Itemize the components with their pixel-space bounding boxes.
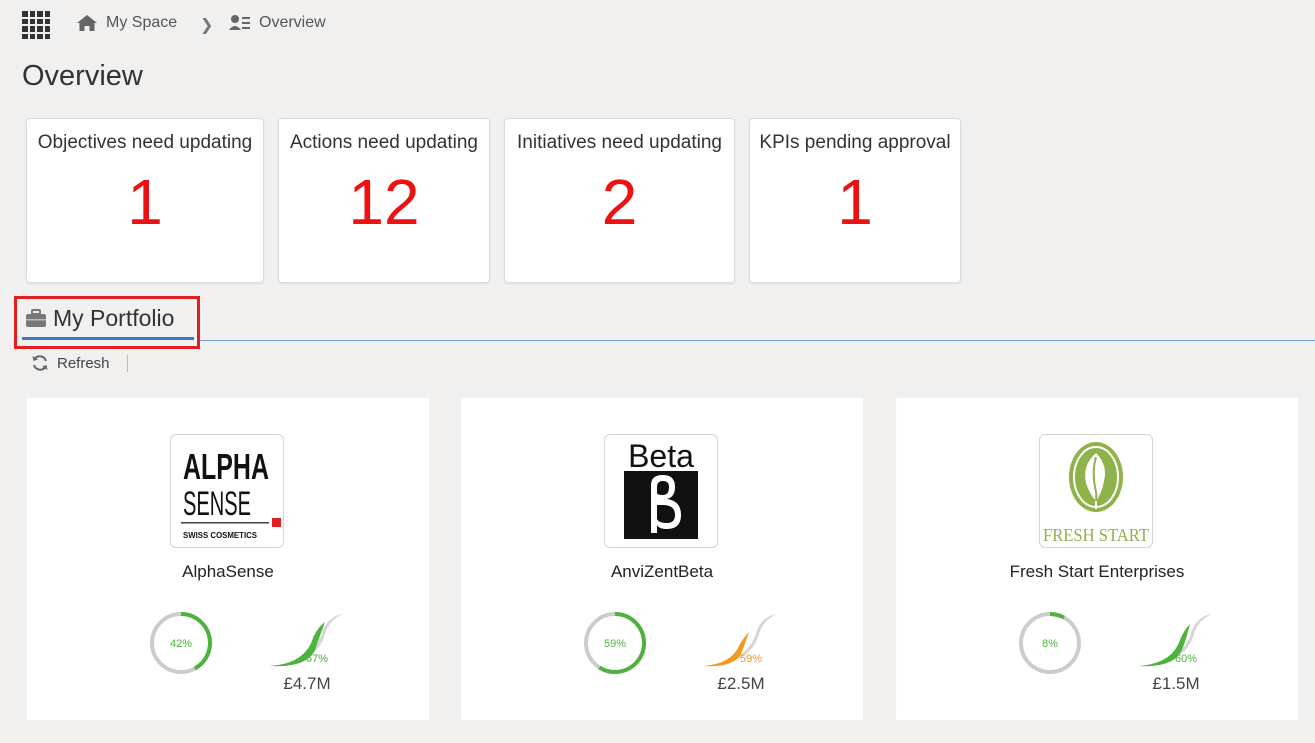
logo-text: SENSE — [183, 485, 251, 523]
budget-value: £4.7M — [283, 674, 331, 693]
breadcrumb-home-label: My Space — [106, 14, 178, 31]
breadcrumb-current-label: Overview — [259, 14, 326, 31]
card-count: 1 — [127, 166, 163, 238]
budget-value: £1.5M — [1152, 674, 1200, 693]
user-list-icon — [229, 15, 250, 30]
card-label: Objectives need updating — [37, 132, 253, 153]
breadcrumb-current: Overview — [229, 14, 326, 32]
chevron-right-icon: ❯ — [200, 17, 214, 34]
progress-donut: 42% — [150, 612, 212, 674]
active-tab-underline — [22, 337, 194, 340]
page-title: Overview — [22, 60, 143, 92]
progress-label: 42% — [170, 638, 192, 650]
refresh-icon — [32, 355, 48, 371]
card-label: KPIs pending approval — [759, 132, 951, 153]
gauge-label: 60% — [1175, 653, 1197, 665]
briefcase-icon — [26, 309, 46, 327]
budget-gauge: 59% — [703, 614, 777, 667]
portfolio-card-alphasense[interactable]: ALPHA SENSE SWISS COSMETICS AlphaSense 4… — [27, 398, 429, 720]
logo-text: Beta — [628, 438, 694, 474]
card-count: 2 — [601, 166, 638, 238]
initiatives-card[interactable]: Initiatives need updating 2 — [504, 118, 735, 283]
toolbar-separator — [127, 355, 128, 372]
top-bar: My Space ❯ Overview — [0, 0, 1315, 50]
card-label: Initiatives need updating — [517, 132, 722, 153]
portfolio-name: AlphaSense — [182, 562, 274, 581]
alphasense-logo[interactable]: ALPHA SENSE SWISS COSMETICS — [170, 434, 284, 548]
app-grid-icon[interactable] — [22, 11, 50, 39]
home-icon — [77, 15, 97, 31]
kpis-card[interactable]: KPIs pending approval 1 — [749, 118, 961, 283]
portfolio-card-anvizentbeta[interactable]: Beta AnviZentBeta 59% 59% £2.5M — [461, 398, 863, 720]
gauge-label: 59% — [740, 653, 762, 665]
tab-divider — [200, 340, 1315, 341]
fresh-start-logo[interactable]: FRESH START — [1039, 434, 1153, 548]
progress-donut: 8% — [1019, 612, 1081, 674]
card-count: 1 — [837, 166, 873, 238]
progress-donut: 59% — [584, 612, 646, 674]
card-label: Actions need updating — [289, 132, 479, 153]
tab-label: My Portfolio — [53, 305, 175, 331]
refresh-button[interactable]: Refresh — [31, 354, 110, 372]
anvizentbeta-logo[interactable]: Beta — [604, 434, 718, 548]
budget-gauge: 67% — [269, 614, 343, 667]
budget-gauge: 60% — [1138, 614, 1212, 667]
progress-label: 8% — [1042, 638, 1058, 650]
refresh-label: Refresh — [57, 354, 110, 372]
budget-value: £2.5M — [717, 674, 765, 693]
logo-text: SWISS COSMETICS — [183, 531, 258, 540]
logo-text: FRESH START — [1043, 525, 1149, 545]
gauge-label: 67% — [306, 653, 328, 665]
portfolio-name: Fresh Start Enterprises — [1009, 562, 1185, 581]
card-count: 12 — [348, 166, 420, 238]
tab-my-portfolio[interactable]: My Portfolio — [14, 296, 200, 349]
portfolio-name: AnviZentBeta — [610, 562, 714, 581]
logo-text: ALPHA — [183, 446, 269, 487]
progress-label: 59% — [604, 638, 626, 650]
actions-card[interactable]: Actions need updating 12 — [278, 118, 490, 283]
objectives-card[interactable]: Objectives need updating 1 — [26, 118, 264, 283]
breadcrumb-home[interactable]: My Space — [76, 14, 177, 32]
portfolio-card-fresh-start[interactable]: FRESH START Fresh Start Enterprises 8% 6… — [896, 398, 1298, 720]
